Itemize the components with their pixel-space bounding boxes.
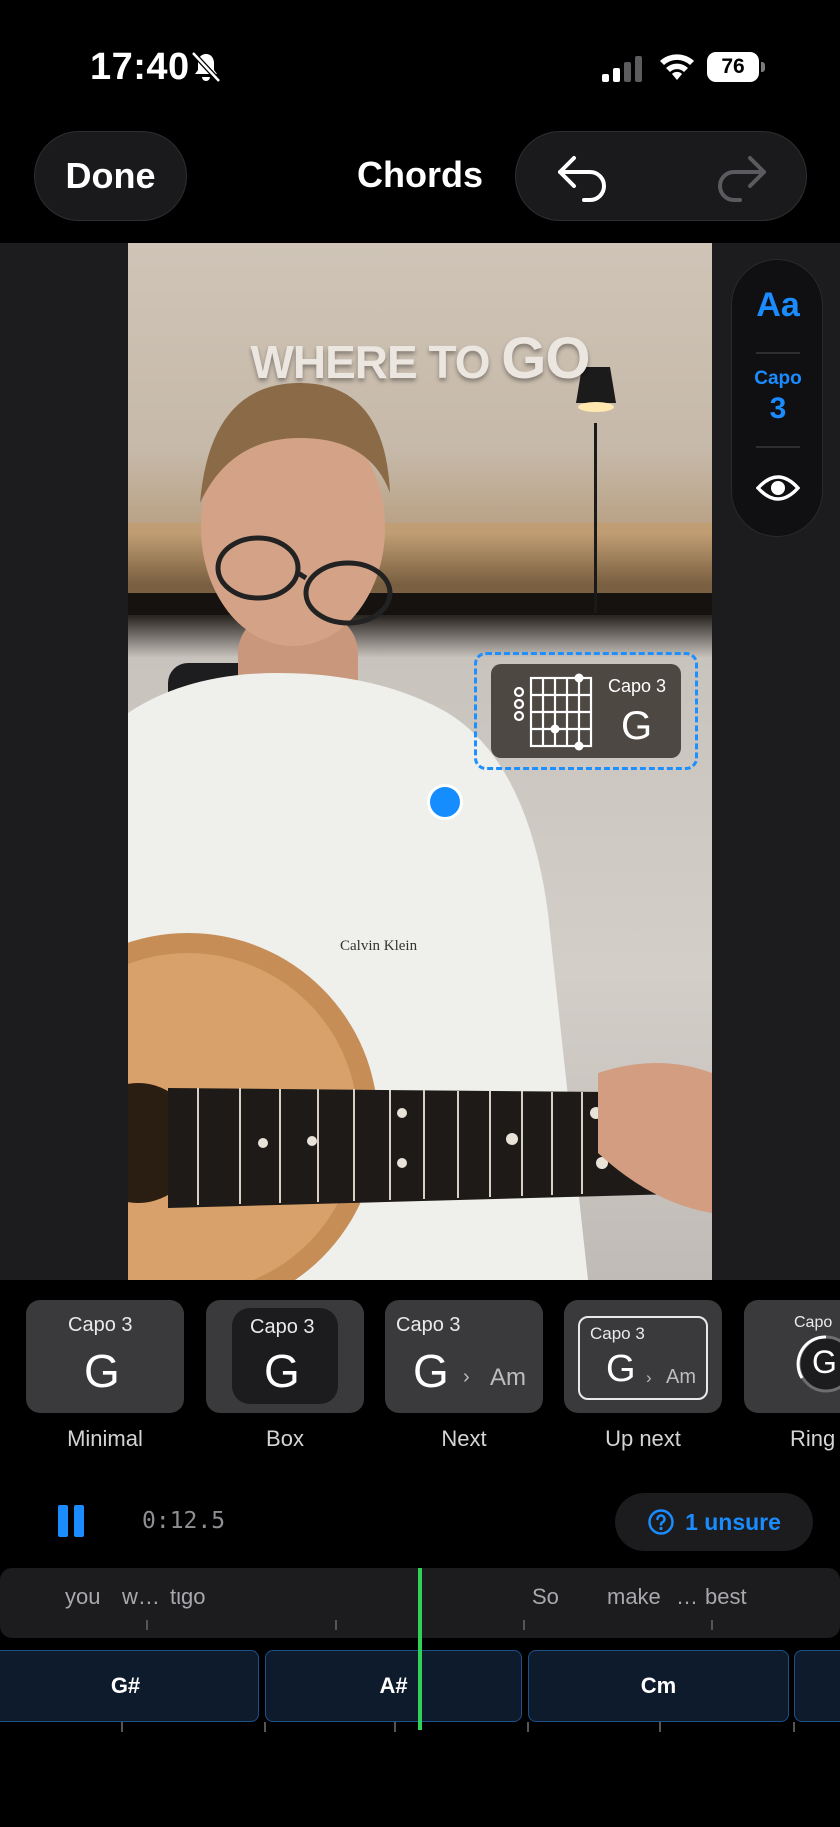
timeline-tick	[146, 1620, 148, 1630]
battery-indicator: 76	[707, 52, 765, 82]
style-card-ring[interactable]: Capo G	[744, 1300, 840, 1413]
lyric-word[interactable]: best	[705, 1584, 747, 1610]
up-next-preview: Capo 3 G › Am	[578, 1316, 708, 1400]
card-capo: Capo 3	[250, 1316, 315, 1338]
redo-button[interactable]	[712, 150, 772, 204]
card-capo: Capo 3	[68, 1314, 133, 1336]
style-label-ring: Ring	[790, 1426, 836, 1451]
card-next-chord: Am	[490, 1364, 526, 1391]
wifi-icon	[660, 54, 694, 80]
redo-icon	[718, 156, 766, 202]
chord-block[interactable]: Cm	[528, 1650, 789, 1722]
lyric-word[interactable]: So	[532, 1584, 559, 1610]
question-circle-icon	[648, 1509, 674, 1535]
panel-divider	[756, 352, 800, 354]
card-chord: G	[413, 1345, 449, 1397]
style-label-next: Next	[441, 1426, 487, 1451]
lyric-word[interactable]: you	[65, 1584, 100, 1610]
visibility-eye-icon[interactable]	[756, 472, 800, 504]
chord-block-partial[interactable]	[794, 1650, 840, 1722]
video-caption: WHERE TO GO	[128, 325, 712, 392]
lyric-word[interactable]: w…	[122, 1584, 160, 1610]
timeline-tick	[121, 1722, 123, 1732]
pause-icon	[58, 1505, 68, 1537]
caption-small-text: WHERE TO	[250, 336, 490, 388]
undo-redo-group	[515, 131, 807, 221]
lyric-word[interactable]: …	[676, 1584, 698, 1610]
timeline-tick	[523, 1620, 525, 1630]
position-drag-handle[interactable]	[427, 784, 463, 820]
undo-button[interactable]	[552, 150, 612, 204]
card-capo: Capo 3	[396, 1314, 461, 1336]
chord-block[interactable]: A#	[265, 1650, 522, 1722]
overlay-capo-label: Capo 3	[608, 676, 667, 696]
card-chord: G	[812, 1344, 837, 1380]
style-label-box: Box	[266, 1426, 304, 1451]
capo-button[interactable]: Capo 3	[732, 368, 824, 426]
svg-text:Calvin Klein: Calvin Klein	[340, 938, 418, 954]
timeline-tick	[527, 1722, 529, 1732]
card-chord: G	[606, 1348, 636, 1390]
cellular-signal-icon	[602, 56, 642, 82]
next-arrow: ›	[463, 1366, 470, 1388]
card-capo: Capo 3	[590, 1324, 645, 1343]
style-card-next[interactable]: Capo 3 G › Am	[385, 1300, 543, 1413]
style-card-box[interactable]: Capo 3 G	[206, 1300, 364, 1413]
undo-icon	[558, 156, 606, 202]
box-style-preview: Capo 3 G	[232, 1308, 338, 1404]
style-label-up-next: Up next	[605, 1426, 681, 1451]
capo-label: Capo	[754, 368, 802, 389]
timeline-tick	[394, 1722, 396, 1732]
timeline-tick	[264, 1722, 266, 1732]
style-card-up-next[interactable]: Capo 3 G › Am	[564, 1300, 722, 1413]
timeline-tick	[335, 1620, 337, 1630]
chord-overlay[interactable]: Capo 3 G	[491, 664, 681, 758]
pause-button[interactable]	[56, 1505, 86, 1537]
unsure-chords-button[interactable]: 1 unsure	[615, 1493, 813, 1551]
card-chord: G	[84, 1345, 120, 1397]
next-arrow: ›	[646, 1368, 652, 1387]
caption-big-text: GO	[501, 326, 590, 391]
unsure-label: 1 unsure	[685, 1508, 781, 1535]
card-chord: G	[264, 1345, 300, 1397]
status-bar: 17:40 76	[0, 0, 840, 130]
font-style-button[interactable]: Aa	[732, 286, 824, 325]
style-label-minimal: Minimal	[67, 1426, 143, 1451]
lyric-word[interactable]: tιgo	[170, 1584, 205, 1610]
style-card-minimal[interactable]: Capo 3 G	[26, 1300, 184, 1413]
capo-value: 3	[769, 392, 787, 425]
done-button[interactable]: Done	[34, 131, 187, 221]
page-title: Chords	[357, 154, 483, 195]
chord-block[interactable]: G#	[0, 1650, 259, 1722]
side-tool-panel: Aa Capo 3	[731, 259, 823, 537]
lyric-word[interactable]: make	[607, 1584, 661, 1610]
timeline-tick	[793, 1722, 795, 1732]
style-options-row: Capo 3 G Minimal Capo 3 G Box Capo 3 G ›…	[0, 1300, 840, 1460]
panel-divider	[756, 446, 800, 448]
status-time: 17:40	[90, 46, 190, 88]
chord-diagram-icon	[513, 673, 593, 751]
bell-muted-icon	[191, 51, 221, 83]
card-capo: Capo	[794, 1314, 833, 1331]
playback-time: 0:12.5	[142, 1508, 226, 1534]
card-next-chord: Am	[666, 1366, 696, 1388]
overlay-chord-name: G	[621, 704, 653, 748]
battery-level: 76	[707, 52, 759, 82]
timeline-tick	[659, 1722, 661, 1732]
playhead[interactable]	[418, 1568, 422, 1730]
timeline-tick	[711, 1620, 713, 1630]
